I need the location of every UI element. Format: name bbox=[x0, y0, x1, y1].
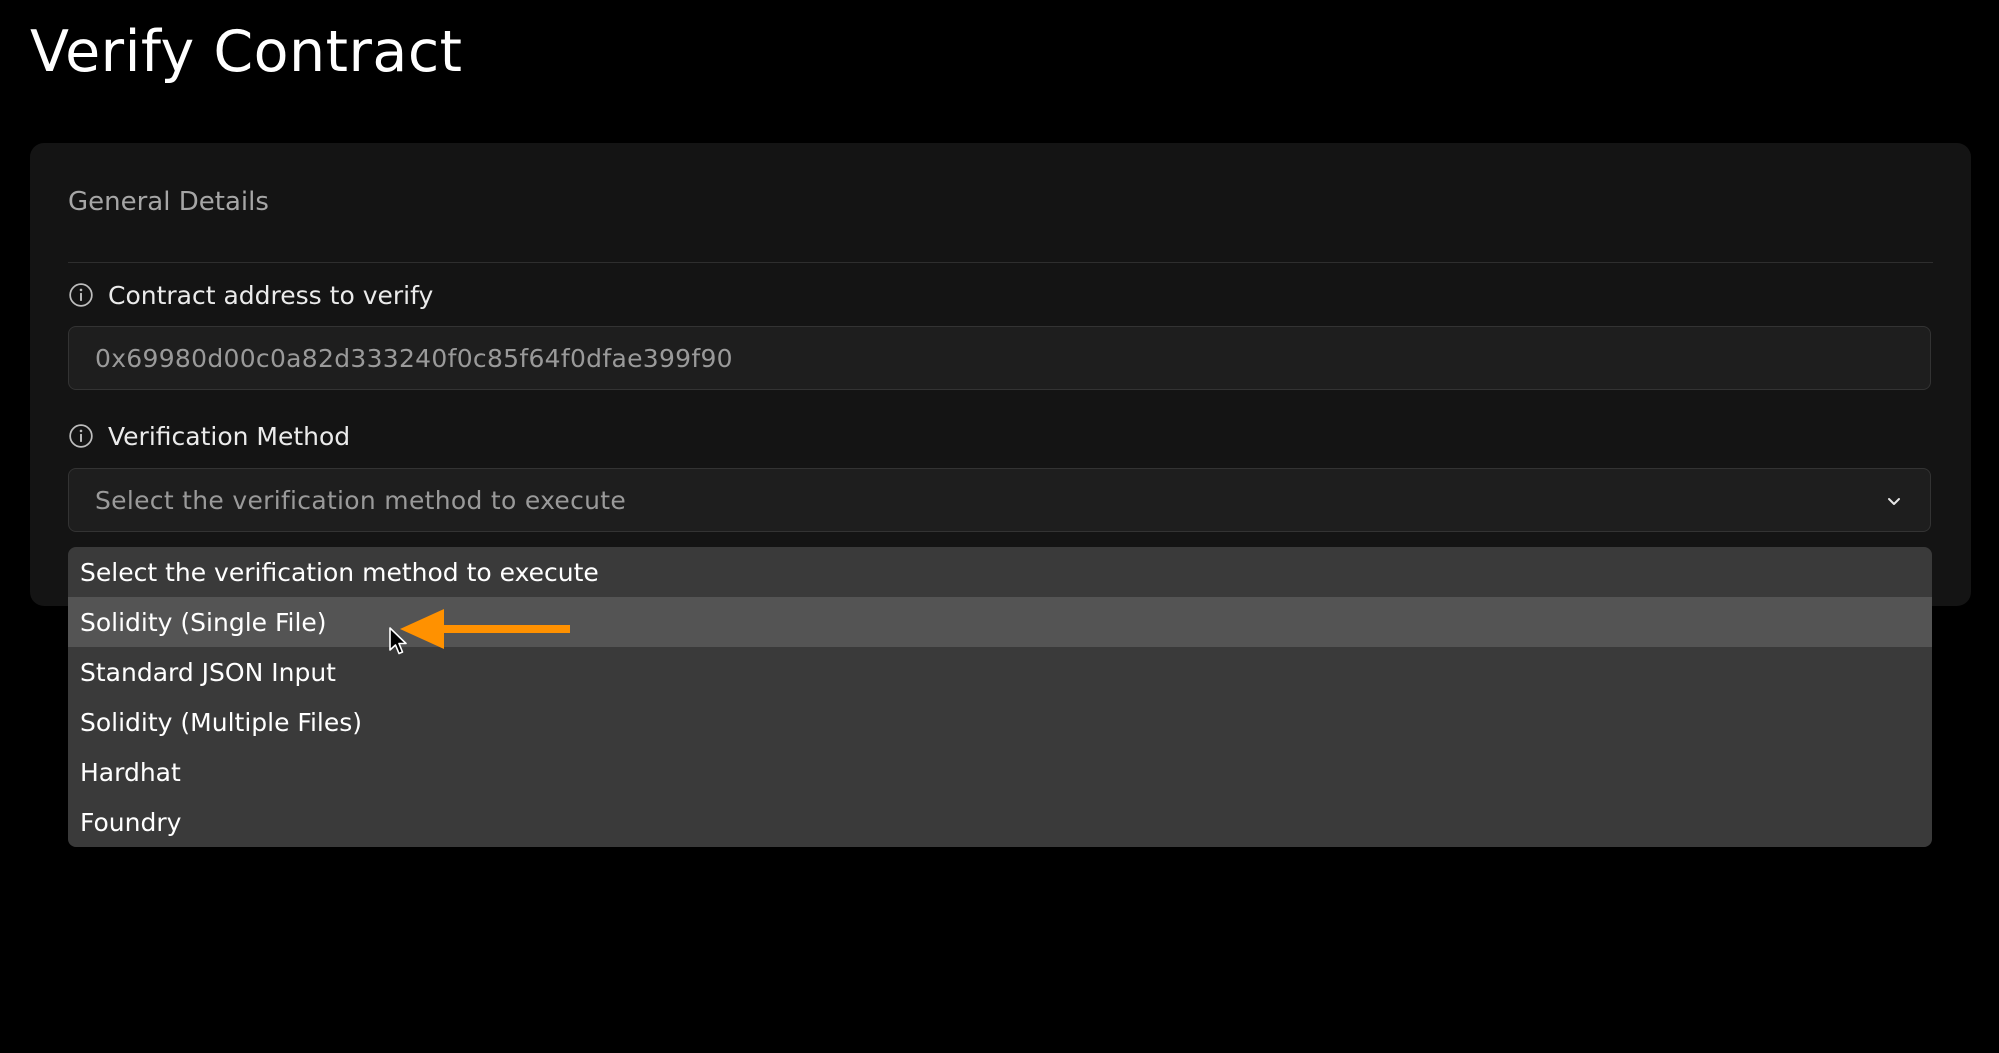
verification-method-dropdown: Select the verification method to execut… bbox=[68, 547, 1932, 847]
info-icon bbox=[69, 424, 93, 448]
dropdown-option-solidity-multiple-files[interactable]: Solidity (Multiple Files) bbox=[68, 697, 1932, 747]
verification-method-label: Verification Method bbox=[68, 418, 350, 454]
general-details-card: General Details Contract address to veri… bbox=[30, 143, 1971, 606]
dropdown-option-standard-json-input[interactable]: Standard JSON Input bbox=[68, 647, 1932, 697]
contract-address-label: Contract address to verify bbox=[68, 277, 433, 313]
chevron-down-icon[interactable] bbox=[1884, 491, 1904, 511]
dropdown-option-hardhat[interactable]: Hardhat bbox=[68, 747, 1932, 797]
contract-address-label-text: Contract address to verify bbox=[108, 280, 434, 310]
dropdown-option-placeholder[interactable]: Select the verification method to execut… bbox=[68, 547, 1932, 597]
contract-address-input[interactable]: 0x69980d00c0a82d333240f0c85f64f0dfae399f… bbox=[68, 326, 1931, 390]
section-divider bbox=[68, 262, 1933, 263]
annotation-arrow-icon bbox=[400, 609, 570, 649]
verification-method-select[interactable]: Select the verification method to execut… bbox=[68, 468, 1931, 532]
dropdown-option-foundry[interactable]: Foundry bbox=[68, 797, 1932, 847]
section-title: General Details bbox=[68, 187, 269, 217]
verification-method-selected: Select the verification method to execut… bbox=[95, 485, 627, 515]
contract-address-value: 0x69980d00c0a82d333240f0c85f64f0dfae399f… bbox=[95, 343, 733, 373]
verification-method-label-text: Verification Method bbox=[108, 421, 351, 451]
dropdown-option-solidity-single-file[interactable]: Solidity (Single File) bbox=[68, 597, 1932, 647]
mouse-pointer-icon bbox=[389, 627, 407, 655]
page-title: Verify Contract bbox=[30, 19, 463, 85]
info-icon bbox=[69, 283, 93, 307]
